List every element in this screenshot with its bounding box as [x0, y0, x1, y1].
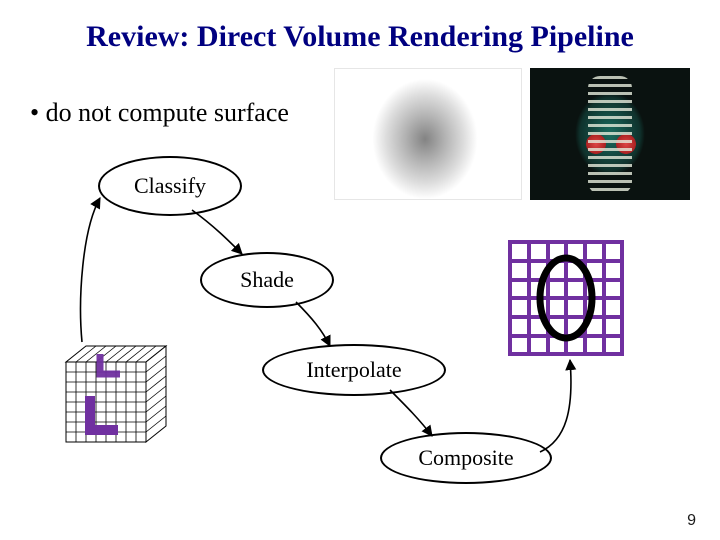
- node-interpolate: Interpolate: [262, 344, 446, 396]
- node-label: Classify: [134, 173, 206, 199]
- screen-grid-icon: [508, 240, 624, 356]
- node-label: Interpolate: [306, 357, 401, 383]
- node-label: Composite: [418, 445, 513, 471]
- node-label: Shade: [240, 267, 294, 293]
- node-shade: Shade: [200, 252, 334, 308]
- xray-skull-image: [334, 68, 522, 200]
- page-number: 9: [687, 512, 696, 530]
- bullet-point: do not compute surface: [30, 98, 289, 128]
- slide-title: Review: Direct Volume Rendering Pipeline: [0, 20, 720, 54]
- voxel-cube-icon: [40, 340, 170, 460]
- ct-torso-image: [530, 68, 690, 200]
- node-composite: Composite: [380, 432, 552, 484]
- node-classify: Classify: [98, 156, 242, 216]
